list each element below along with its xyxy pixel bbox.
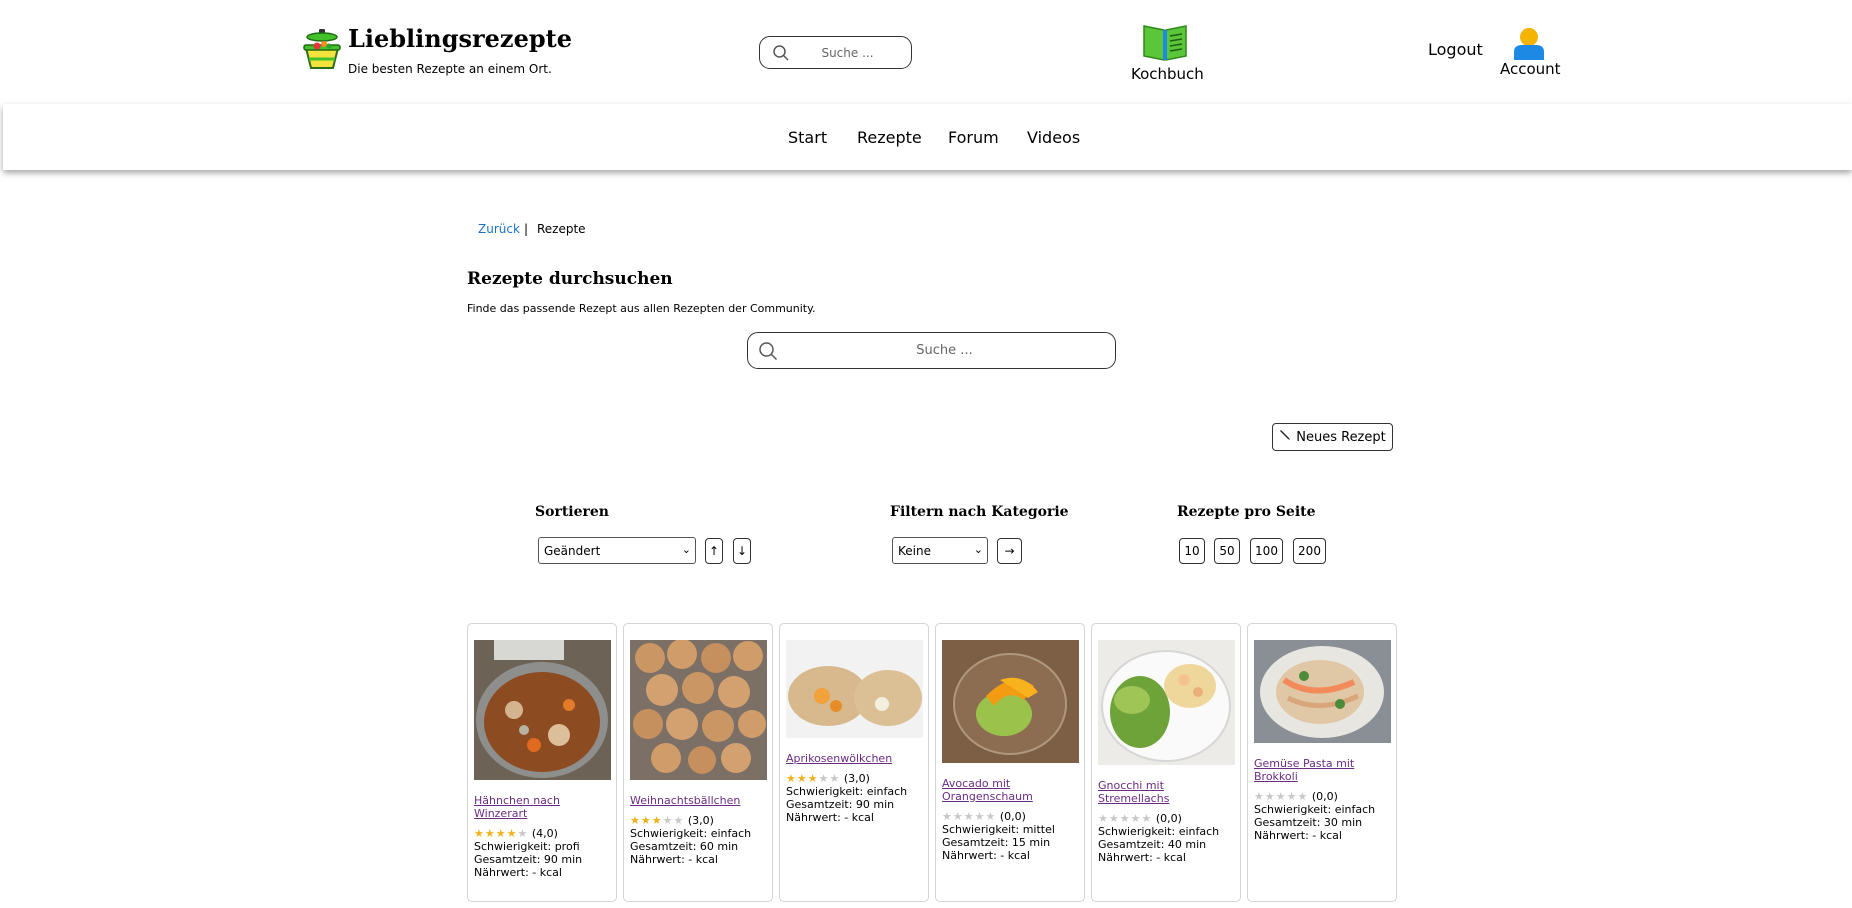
rating-stars-icon: ★★★★★ (786, 772, 841, 785)
recipe-nutrition: Nährwert: - kcal (1098, 851, 1186, 864)
rating-stars-icon: ★★★★★ (474, 827, 529, 840)
open-book-icon[interactable] (1142, 22, 1188, 62)
sort-heading: Sortieren (535, 504, 609, 520)
per-page-10-button[interactable]: 10 (1179, 538, 1205, 564)
recipe-time: Gesamtzeit: 90 min (786, 798, 895, 811)
sort-selected-value: Geändert (544, 543, 601, 558)
nav-item-rezepte[interactable]: Rezepte (857, 128, 922, 147)
recipe-image[interactable] (1254, 640, 1391, 743)
kochbuch-link[interactable]: Kochbuch (1131, 65, 1204, 83)
recipe-title-link[interactable]: Aprikosenwölkchen (786, 752, 924, 765)
recipe-difficulty: Schwierigkeit: einfach (1098, 825, 1220, 838)
apply-filter-button[interactable]: → (997, 538, 1022, 564)
recipe-image[interactable] (786, 640, 923, 738)
rating-value: (3,0) (687, 814, 714, 827)
recipe-image[interactable] (474, 640, 611, 780)
per-page-50-button[interactable]: 50 (1214, 538, 1240, 564)
recipe-rating: ★★★★★ (0,0) (1098, 812, 1236, 825)
recipe-nutrition: Nährwert: - kcal (474, 866, 562, 879)
recipe-title-link[interactable]: Gnocchi mit Stremellachs (1098, 779, 1236, 805)
recipe-rating: ★★★★★ (3,0) (630, 814, 768, 827)
rating-stars-icon: ★★★★★ (630, 814, 685, 827)
recipe-card[interactable]: Weihnachtsbällchen ★★★★★ (3,0) Schwierig… (623, 623, 773, 902)
recipe-search-box[interactable] (747, 332, 1116, 369)
category-filter-select[interactable]: Keine ⌄ (892, 537, 988, 564)
new-recipe-button[interactable]: Neues Rezept (1272, 423, 1393, 451)
breadcrumb-back-link[interactable]: Zurück (478, 222, 520, 236)
chevron-down-icon: ⌄ (681, 543, 691, 556)
logout-link[interactable]: Logout (1428, 40, 1483, 59)
rating-value: (0,0) (999, 810, 1026, 823)
sort-descending-button[interactable]: ↓ (733, 538, 751, 564)
recipe-title-link[interactable]: Hähnchen nach Winzerart (474, 794, 612, 820)
search-icon (772, 44, 790, 66)
rating-stars-icon: ★★★★★ (942, 810, 997, 823)
site-subtitle: Die besten Rezepte an einem Ort. (348, 62, 552, 76)
main-navigation (3, 104, 1852, 170)
sort-select[interactable]: Geändert ⌄ (538, 537, 696, 564)
recipe-nutrition: Nährwert: - kcal (942, 849, 1030, 862)
recipe-rating: ★★★★★ (0,0) (942, 810, 1080, 823)
recipe-nutrition: Nährwert: - kcal (630, 853, 718, 866)
new-recipe-label: Neues Rezept (1296, 429, 1386, 445)
per-page-heading: Rezepte pro Seite (1177, 504, 1316, 520)
recipe-title-link[interactable]: Gemüse Pasta mit Brokkoli (1254, 757, 1392, 783)
header-search-box[interactable] (759, 36, 912, 69)
rating-value: (3,0) (843, 772, 870, 785)
filter-selected-value: Keine (898, 543, 931, 558)
user-icon[interactable] (1512, 26, 1546, 60)
rating-value: (0,0) (1311, 790, 1338, 803)
recipe-nutrition: Nährwert: - kcal (786, 811, 874, 824)
page-description: Finde das passende Rezept aus allen Reze… (467, 302, 816, 315)
recipe-search-input[interactable] (748, 342, 1115, 359)
chevron-down-icon: ⌄ (973, 543, 983, 556)
recipe-card[interactable]: Hähnchen nach Winzerart ★★★★★ (4,0) Schw… (467, 623, 617, 902)
recipe-card[interactable]: Gnocchi mit Stremellachs ★★★★★ (0,0) Sch… (1091, 623, 1241, 902)
recipe-card[interactable]: Gemüse Pasta mit Brokkoli ★★★★★ (0,0) Sc… (1247, 623, 1397, 902)
recipe-time: Gesamtzeit: 60 min (630, 840, 739, 853)
recipe-title-link[interactable]: Avocado mit Orangenschaum (942, 777, 1080, 803)
recipe-time: Gesamtzeit: 30 min (1254, 816, 1363, 829)
rating-value: (0,0) (1155, 812, 1182, 825)
recipe-time: Gesamtzeit: 90 min (474, 853, 583, 866)
recipe-nutrition: Nährwert: - kcal (1254, 829, 1342, 842)
recipe-difficulty: Schwierigkeit: einfach (1254, 803, 1376, 816)
recipe-difficulty: Schwierigkeit: profi (474, 840, 580, 853)
nav-item-videos[interactable]: Videos (1027, 128, 1080, 147)
recipe-difficulty: Schwierigkeit: mittel (942, 823, 1055, 836)
rating-stars-icon: ★★★★★ (1098, 812, 1153, 825)
rating-stars-icon: ★★★★★ (1254, 790, 1309, 803)
recipe-time: Gesamtzeit: 15 min (942, 836, 1051, 849)
page-title: Rezepte durchsuchen (467, 269, 673, 289)
breadcrumb-current: Rezepte (537, 222, 586, 236)
recipe-image[interactable] (942, 640, 1079, 763)
per-page-100-button[interactable]: 100 (1250, 538, 1283, 564)
nav-item-forum[interactable]: Forum (948, 128, 999, 147)
recipe-title-link[interactable]: Weihnachtsbällchen (630, 794, 768, 807)
recipe-time: Gesamtzeit: 40 min (1098, 838, 1207, 851)
per-page-200-button[interactable]: 200 (1293, 538, 1326, 564)
recipe-difficulty: Schwierigkeit: einfach (786, 785, 908, 798)
recipe-image[interactable] (1098, 640, 1235, 765)
breadcrumb-separator: | (524, 222, 529, 236)
recipe-rating: ★★★★★ (3,0) (786, 772, 924, 785)
site-title[interactable]: Lieblingsrezepte (348, 24, 572, 53)
account-link[interactable]: Account (1500, 60, 1561, 78)
recipe-card[interactable]: Aprikosenwölkchen ★★★★★ (3,0) Schwierigk… (779, 623, 929, 902)
cooking-pot-icon[interactable] (302, 28, 342, 72)
recipe-rating: ★★★★★ (0,0) (1254, 790, 1392, 803)
search-icon (758, 341, 778, 365)
sort-ascending-button[interactable]: ↑ (705, 538, 723, 564)
recipe-difficulty: Schwierigkeit: einfach (630, 827, 752, 840)
nav-item-start[interactable]: Start (788, 128, 827, 147)
recipe-image[interactable] (630, 640, 767, 780)
recipe-rating: ★★★★★ (4,0) (474, 827, 612, 840)
rating-value: (4,0) (531, 827, 558, 840)
pencil-icon (1279, 429, 1291, 445)
filter-heading: Filtern nach Kategorie (890, 504, 1069, 520)
recipe-card[interactable]: Avocado mit Orangenschaum ★★★★★ (0,0) Sc… (935, 623, 1085, 902)
